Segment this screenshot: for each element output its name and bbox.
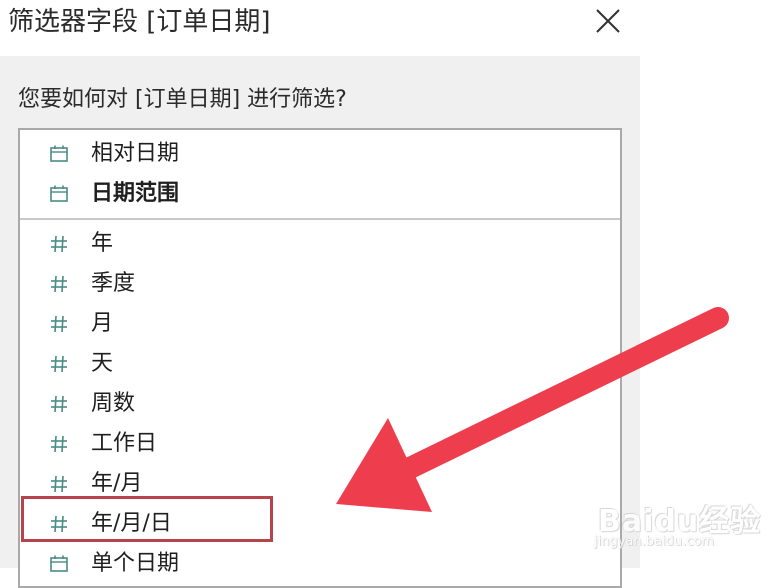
option-individual-date[interactable]: 单个日期 <box>20 544 620 584</box>
option-label: 相对日期 <box>91 141 180 166</box>
close-icon <box>596 9 620 33</box>
option-label: 工作日 <box>91 431 158 456</box>
option-year-month[interactable]: 年/月 <box>20 464 620 504</box>
hash-icon <box>51 235 67 253</box>
option-label: 天 <box>91 351 114 376</box>
calendar-icon <box>50 145 68 162</box>
filter-field-dialog: 筛选器字段 [订单日期] 您要如何对 [订单日期] 进行筛选? 相对日期 日期范… <box>0 0 640 588</box>
hash-icon <box>51 315 67 333</box>
option-date-range[interactable]: 日期范围 <box>20 174 620 214</box>
option-label: 年/月 <box>91 471 143 496</box>
close-button[interactable] <box>590 4 626 38</box>
option-label: 年 <box>91 231 114 256</box>
option-day[interactable]: 天 <box>20 344 620 384</box>
option-weekday[interactable]: 工作日 <box>20 424 620 464</box>
list-divider <box>20 218 620 220</box>
option-year-month-day[interactable]: 年/月/日 <box>20 504 620 544</box>
option-label: 季度 <box>91 271 136 296</box>
option-label: 年/月/日 <box>91 511 172 536</box>
filter-options-list[interactable]: 相对日期 日期范围 年 季度 月 天 周数 工作日 年/月 年/月/日 单个日期 <box>18 128 622 588</box>
option-label: 单个日期 <box>91 551 180 576</box>
option-relative-date[interactable]: 相对日期 <box>20 134 620 174</box>
dialog-title: 筛选器字段 [订单日期] <box>8 7 271 37</box>
hash-icon <box>51 475 67 493</box>
option-month[interactable]: 月 <box>20 304 620 344</box>
hash-icon <box>51 355 67 373</box>
option-quarter[interactable]: 季度 <box>20 264 620 304</box>
option-week-number[interactable]: 周数 <box>20 384 620 424</box>
hash-icon <box>51 515 67 533</box>
option-year[interactable]: 年 <box>20 224 620 264</box>
hash-icon <box>51 435 67 453</box>
option-label: 日期范围 <box>91 181 180 206</box>
option-label: 月 <box>91 311 114 336</box>
option-label: 周数 <box>91 391 136 416</box>
calendar-icon <box>50 185 68 202</box>
calendar-icon <box>50 555 68 572</box>
dialog-body: 您要如何对 [订单日期] 进行筛选? 相对日期 日期范围 年 季度 月 天 周数… <box>0 56 640 588</box>
hash-icon <box>51 395 67 413</box>
title-bar: 筛选器字段 [订单日期] <box>0 0 640 56</box>
hash-icon <box>51 275 67 293</box>
filter-question: 您要如何对 [订单日期] 进行筛选? <box>18 87 347 112</box>
